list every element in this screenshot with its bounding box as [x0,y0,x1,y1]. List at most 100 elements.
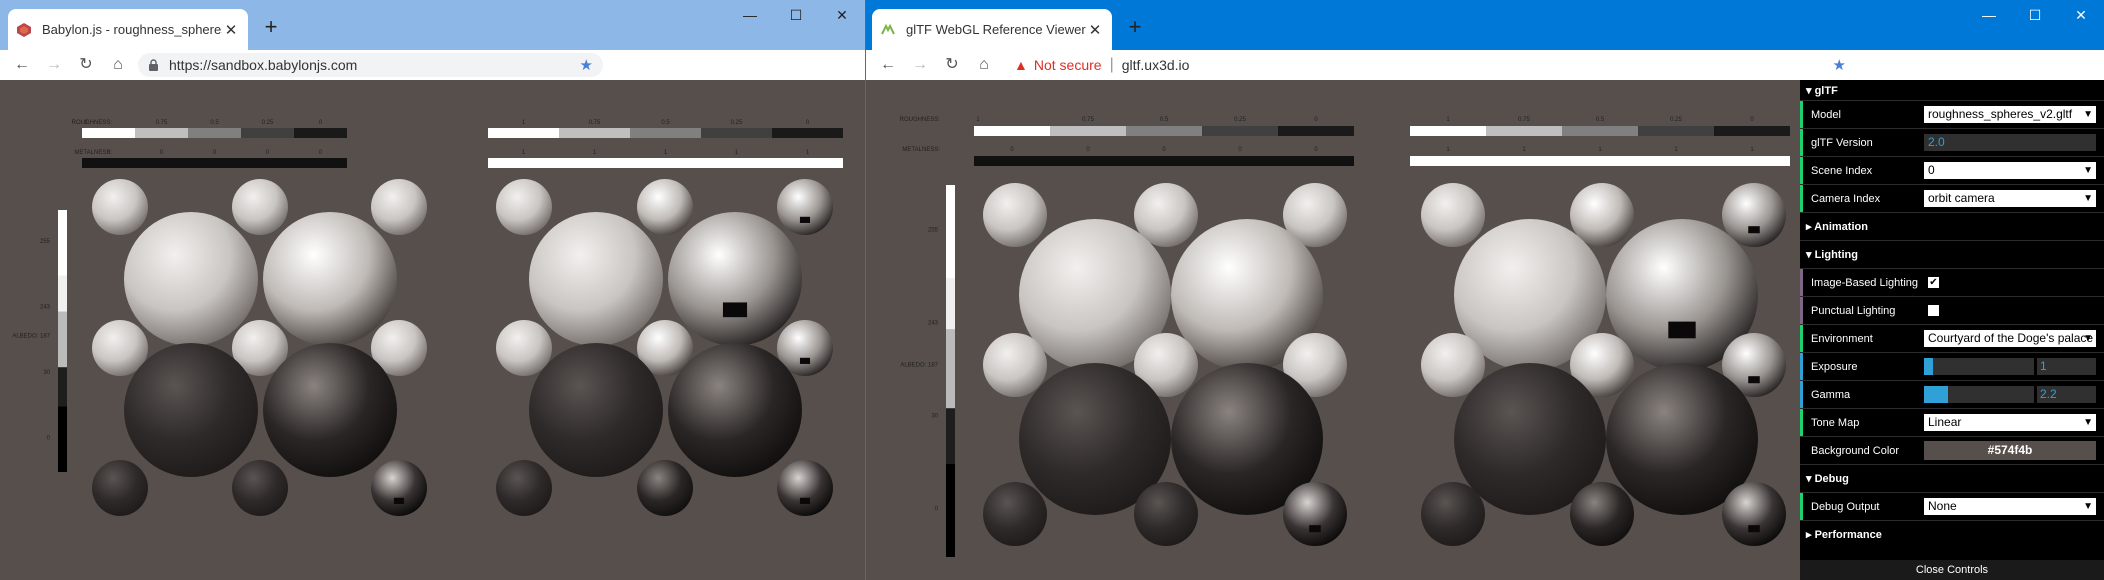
metalness-value: 0 [1162,147,1166,153]
maximize-icon[interactable]: ☐ [2012,0,2058,30]
back-icon[interactable]: ← [6,50,38,80]
close-controls-button[interactable]: Close Controls [1800,560,2104,580]
roughness-label: ROUGHNESS: [900,117,941,123]
row-accent [1800,297,1803,324]
new-tab-button[interactable]: + [1122,14,1148,40]
folder-debug[interactable]: ▾ Debug [1800,465,2104,492]
roughness-label: ROUGHNESS: [72,120,113,126]
sphere-reflection [1748,525,1760,533]
folder-performance[interactable]: ▸ Performance [1800,521,2104,548]
lock-icon [149,59,158,71]
row-accent [1800,269,1803,296]
environment-select[interactable]: Courtyard of the Doge's palace ▼ [1924,330,2096,347]
close-window-icon[interactable]: ✕ [819,0,865,30]
punctual-checkbox[interactable] [1928,305,1939,316]
minimize-icon[interactable]: — [727,0,773,30]
scene-index-value: 0 [1928,163,1935,177]
roughness-swatch [772,128,843,138]
chevron-down-icon: ▼ [2083,333,2093,344]
close-tab-icon[interactable]: ✕ [222,21,240,39]
browser-tab-babylon[interactable]: Babylon.js - roughness_spheres_v2 ✕ [8,9,248,50]
sphere [529,343,663,477]
home-icon[interactable]: ⌂ [968,50,1000,80]
gamma-slider[interactable] [1924,386,2034,403]
browser-tab-gltf[interactable]: glTF WebGL Reference Viewer ✕ [872,9,1112,50]
scene-index-select[interactable]: 0 ▼ [1924,162,2096,179]
camera-index-select[interactable]: orbit camera ▼ [1924,190,2096,207]
model-select[interactable]: roughness_spheres_v2.gltf ▼ [1924,106,2096,123]
new-tab-button[interactable]: + [258,14,284,40]
sphere-reflection [1668,321,1696,339]
reload-icon[interactable]: ↻ [936,50,968,80]
folder-animation[interactable]: ▸ Animation [1800,213,2104,240]
sphere [1570,482,1634,546]
chevron-down-icon: ▼ [2083,165,2093,176]
roughness-value: 0.75 [1518,117,1530,123]
metalness-value: 1 [1446,147,1450,153]
tonemap-row: Tone Map Linear ▼ [1800,409,2104,436]
sphere [263,212,397,346]
roughness-swatch [488,128,559,138]
roughness-value: 0 [1314,117,1318,123]
ibl-checkbox[interactable]: ✔ [1928,277,1939,288]
roughness-swatch [135,128,188,138]
version-field[interactable]: 2.0 [1924,134,2096,151]
debug-output-value: None [1928,499,1957,513]
babylon-render-canvas[interactable]: ROUGHNESS: 1 0.75 0.5 0.25 0 1 0.75 0.5 0.25 0 META… [0,80,865,580]
back-icon[interactable]: ← [872,50,904,80]
gamma-field[interactable]: 2.2 [2037,386,2096,403]
gltf-favicon-icon [881,23,895,34]
folder-gltf[interactable]: ▾ glTF [1800,80,2104,100]
folder-lighting[interactable]: ▾ Lighting [1800,241,2104,268]
roughness-swatch [1410,126,1486,136]
address-bar[interactable]: ▲ Not secure | gltf.ux3d.io ★ [1004,53,1856,77]
bookmark-star-icon[interactable]: ★ [580,56,593,74]
home-icon[interactable]: ⌂ [102,50,134,80]
version-row: glTF Version 2.0 [1800,129,2104,156]
camera-index-label: Camera Index [1811,192,1881,205]
gamma-label: Gamma [1811,388,1851,401]
debug-output-select[interactable]: None ▼ [1924,498,2096,515]
row-accent [1800,101,1803,128]
minimize-icon[interactable]: — [1966,0,2012,30]
url-text: https://sandbox.babylonjs.com [169,57,358,73]
folder-open-icon: ▾ [1806,249,1815,261]
bookmark-star-icon[interactable]: ★ [1833,56,1846,74]
reload-icon[interactable]: ↻ [70,50,102,80]
ibl-row: Image-Based Lighting ✔ [1800,269,2104,296]
background-color-picker[interactable]: #574f4b [1924,441,2096,460]
close-window-icon[interactable]: ✕ [2058,0,2104,30]
address-bar[interactable]: https://sandbox.babylonjs.com ★ [138,53,603,77]
metalness-value: 1 [1598,147,1602,153]
exposure-slider[interactable] [1924,358,2034,375]
forward-icon[interactable]: → [904,50,936,80]
sphere [668,343,802,477]
debug-output-label: Debug Output [1811,500,1880,513]
close-tab-icon[interactable]: ✕ [1086,21,1104,39]
roughness-swatch [1050,126,1126,136]
camera-index-value: orbit camera [1928,191,1995,205]
sphere [983,183,1047,247]
sphere [529,212,663,346]
exposure-field[interactable]: 1 [2037,358,2096,375]
gltf-render-canvas[interactable]: ROUGHNESS: 1 0.75 0.5 0.25 0 1 0.75 0.5 0.25 0 META… [866,80,1800,580]
metalness-value: 0 [1010,147,1014,153]
gltf-viewer-browser-window: glTF WebGL Reference Viewer ✕ + — ☐ ✕ ← … [866,0,2104,580]
forward-icon[interactable]: → [38,50,70,80]
roughness-swatch [630,128,701,138]
sphere [496,320,552,376]
row-accent [1800,353,1803,380]
browser-toolbar: ← → ↻ ⌂ ▲ Not secure | gltf.ux3d.io ★ [866,50,2104,80]
roughness-value: 0.5 [1160,117,1169,123]
maximize-icon[interactable]: ☐ [773,0,819,30]
roughness-swatch [1278,126,1354,136]
row-accent [1800,157,1803,184]
metalness-value: 0 [213,150,217,156]
chevron-down-icon: ▼ [2083,501,2093,512]
tonemap-select[interactable]: Linear ▼ [1924,414,2096,431]
metalness-value: 0 [1238,147,1242,153]
roughness-swatch [559,128,630,138]
albedo-value: 0 [935,507,939,513]
background-color-label: Background Color [1811,444,1900,457]
albedo-value: 255 [928,228,939,234]
